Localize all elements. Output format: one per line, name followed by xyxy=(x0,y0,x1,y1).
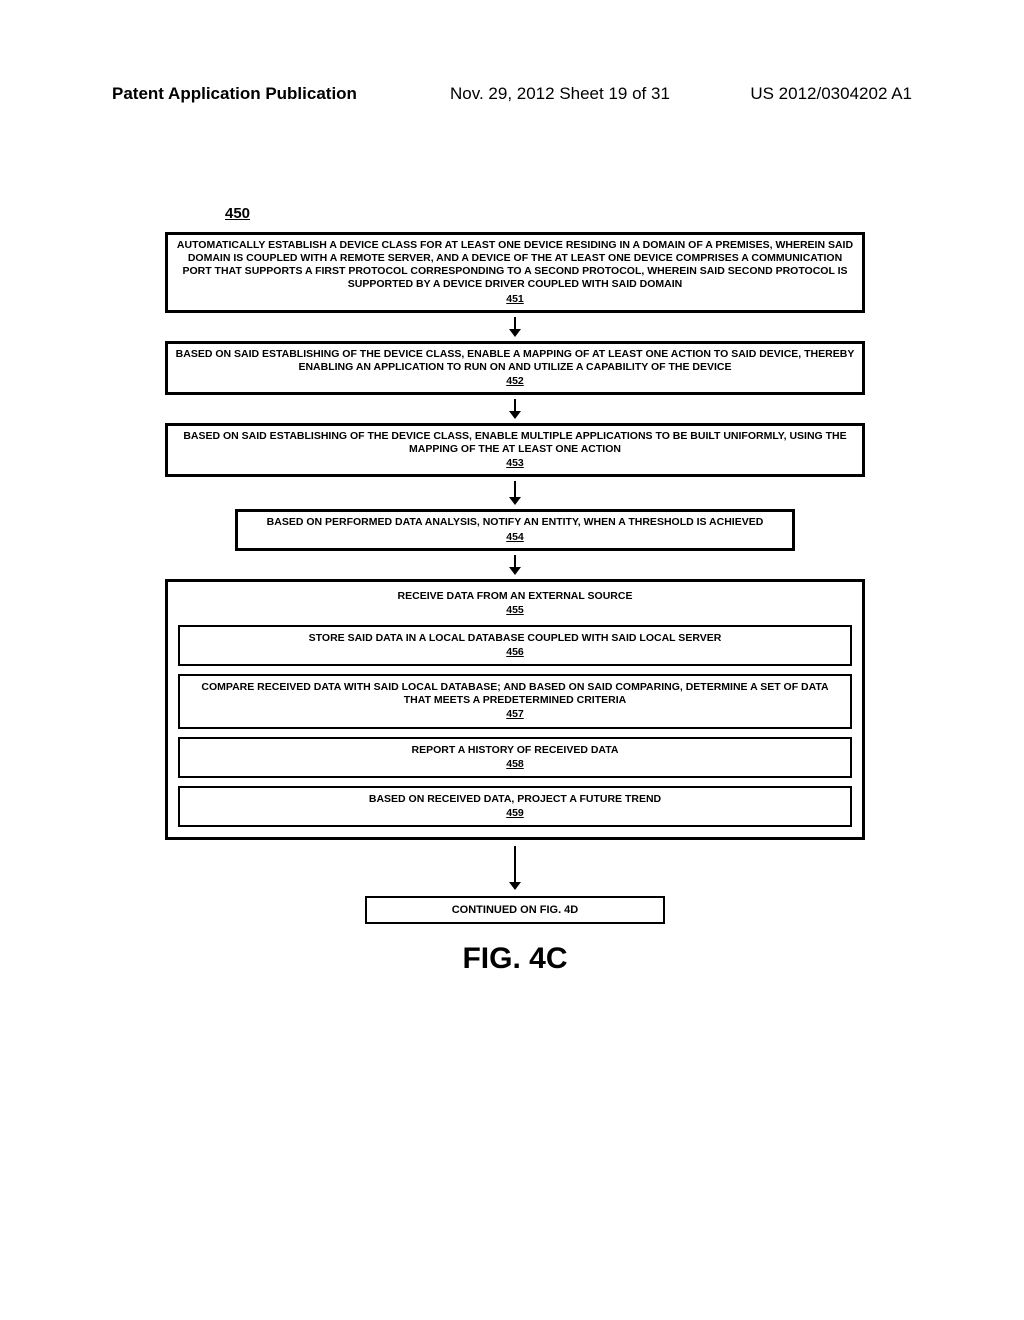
step-457: COMPARE RECEIVED DATA WITH SAID LOCAL DA… xyxy=(178,674,852,728)
step-ref: 457 xyxy=(188,708,842,721)
step-text: BASED ON SAID ESTABLISHING OF THE DEVICE… xyxy=(176,348,855,373)
step-ref: 452 xyxy=(174,375,856,388)
step-text: COMPARE RECEIVED DATA WITH SAID LOCAL DA… xyxy=(201,681,828,706)
step-text: BASED ON PERFORMED DATA ANALYSIS, NOTIFY… xyxy=(267,516,764,528)
step-text: STORE SAID DATA IN A LOCAL DATABASE COUP… xyxy=(309,632,722,644)
header-date-sheet: Nov. 29, 2012 Sheet 19 of 31 xyxy=(450,84,670,104)
step-ref: 459 xyxy=(188,807,842,820)
page-header: Patent Application Publication Nov. 29, … xyxy=(112,84,912,104)
step-456: STORE SAID DATA IN A LOCAL DATABASE COUP… xyxy=(178,625,852,666)
arrow-down-icon xyxy=(165,481,865,505)
step-455-group: RECEIVE DATA FROM AN EXTERNAL SOURCE 455… xyxy=(165,579,865,840)
continued-box: CONTINUED ON FIG. 4D xyxy=(365,896,665,924)
step-452: BASED ON SAID ESTABLISHING OF THE DEVICE… xyxy=(165,341,865,395)
header-publication-type: Patent Application Publication xyxy=(112,84,357,103)
step-459: BASED ON RECEIVED DATA, PROJECT A FUTURE… xyxy=(178,786,852,827)
step-text: AUTOMATICALLY ESTABLISH A DEVICE CLASS F… xyxy=(177,239,853,290)
arrow-down-icon xyxy=(165,399,865,419)
step-ref: 453 xyxy=(174,457,856,470)
step-ref: 456 xyxy=(188,646,842,659)
step-453: BASED ON SAID ESTABLISHING OF THE DEVICE… xyxy=(165,423,865,477)
step-451: AUTOMATICALLY ESTABLISH A DEVICE CLASS F… xyxy=(165,232,865,313)
page: Patent Application Publication Nov. 29, … xyxy=(0,0,1024,1320)
arrow-down-icon xyxy=(165,846,865,890)
step-454: BASED ON PERFORMED DATA ANALYSIS, NOTIFY… xyxy=(235,509,795,550)
step-text: BASED ON RECEIVED DATA, PROJECT A FUTURE… xyxy=(369,793,661,805)
step-ref: 451 xyxy=(174,293,856,306)
arrow-down-icon xyxy=(165,555,865,575)
step-text: RECEIVE DATA FROM AN EXTERNAL SOURCE xyxy=(398,590,633,602)
step-455: RECEIVE DATA FROM AN EXTERNAL SOURCE 455 xyxy=(178,590,852,617)
figure-caption: FIG. 4C xyxy=(165,942,865,976)
step-ref: 454 xyxy=(244,531,786,544)
header-publication-number: US 2012/0304202 A1 xyxy=(750,84,912,104)
step-text: BASED ON SAID ESTABLISHING OF THE DEVICE… xyxy=(183,430,846,455)
figure-number: 450 xyxy=(225,205,250,222)
step-ref: 455 xyxy=(178,604,852,617)
flowchart: AUTOMATICALLY ESTABLISH A DEVICE CLASS F… xyxy=(165,232,865,976)
continued-text: CONTINUED ON FIG. 4D xyxy=(452,904,579,916)
step-458: REPORT A HISTORY OF RECEIVED DATA 458 xyxy=(178,737,852,778)
arrow-down-icon xyxy=(165,317,865,337)
step-ref: 458 xyxy=(188,758,842,771)
step-text: REPORT A HISTORY OF RECEIVED DATA xyxy=(412,744,619,756)
